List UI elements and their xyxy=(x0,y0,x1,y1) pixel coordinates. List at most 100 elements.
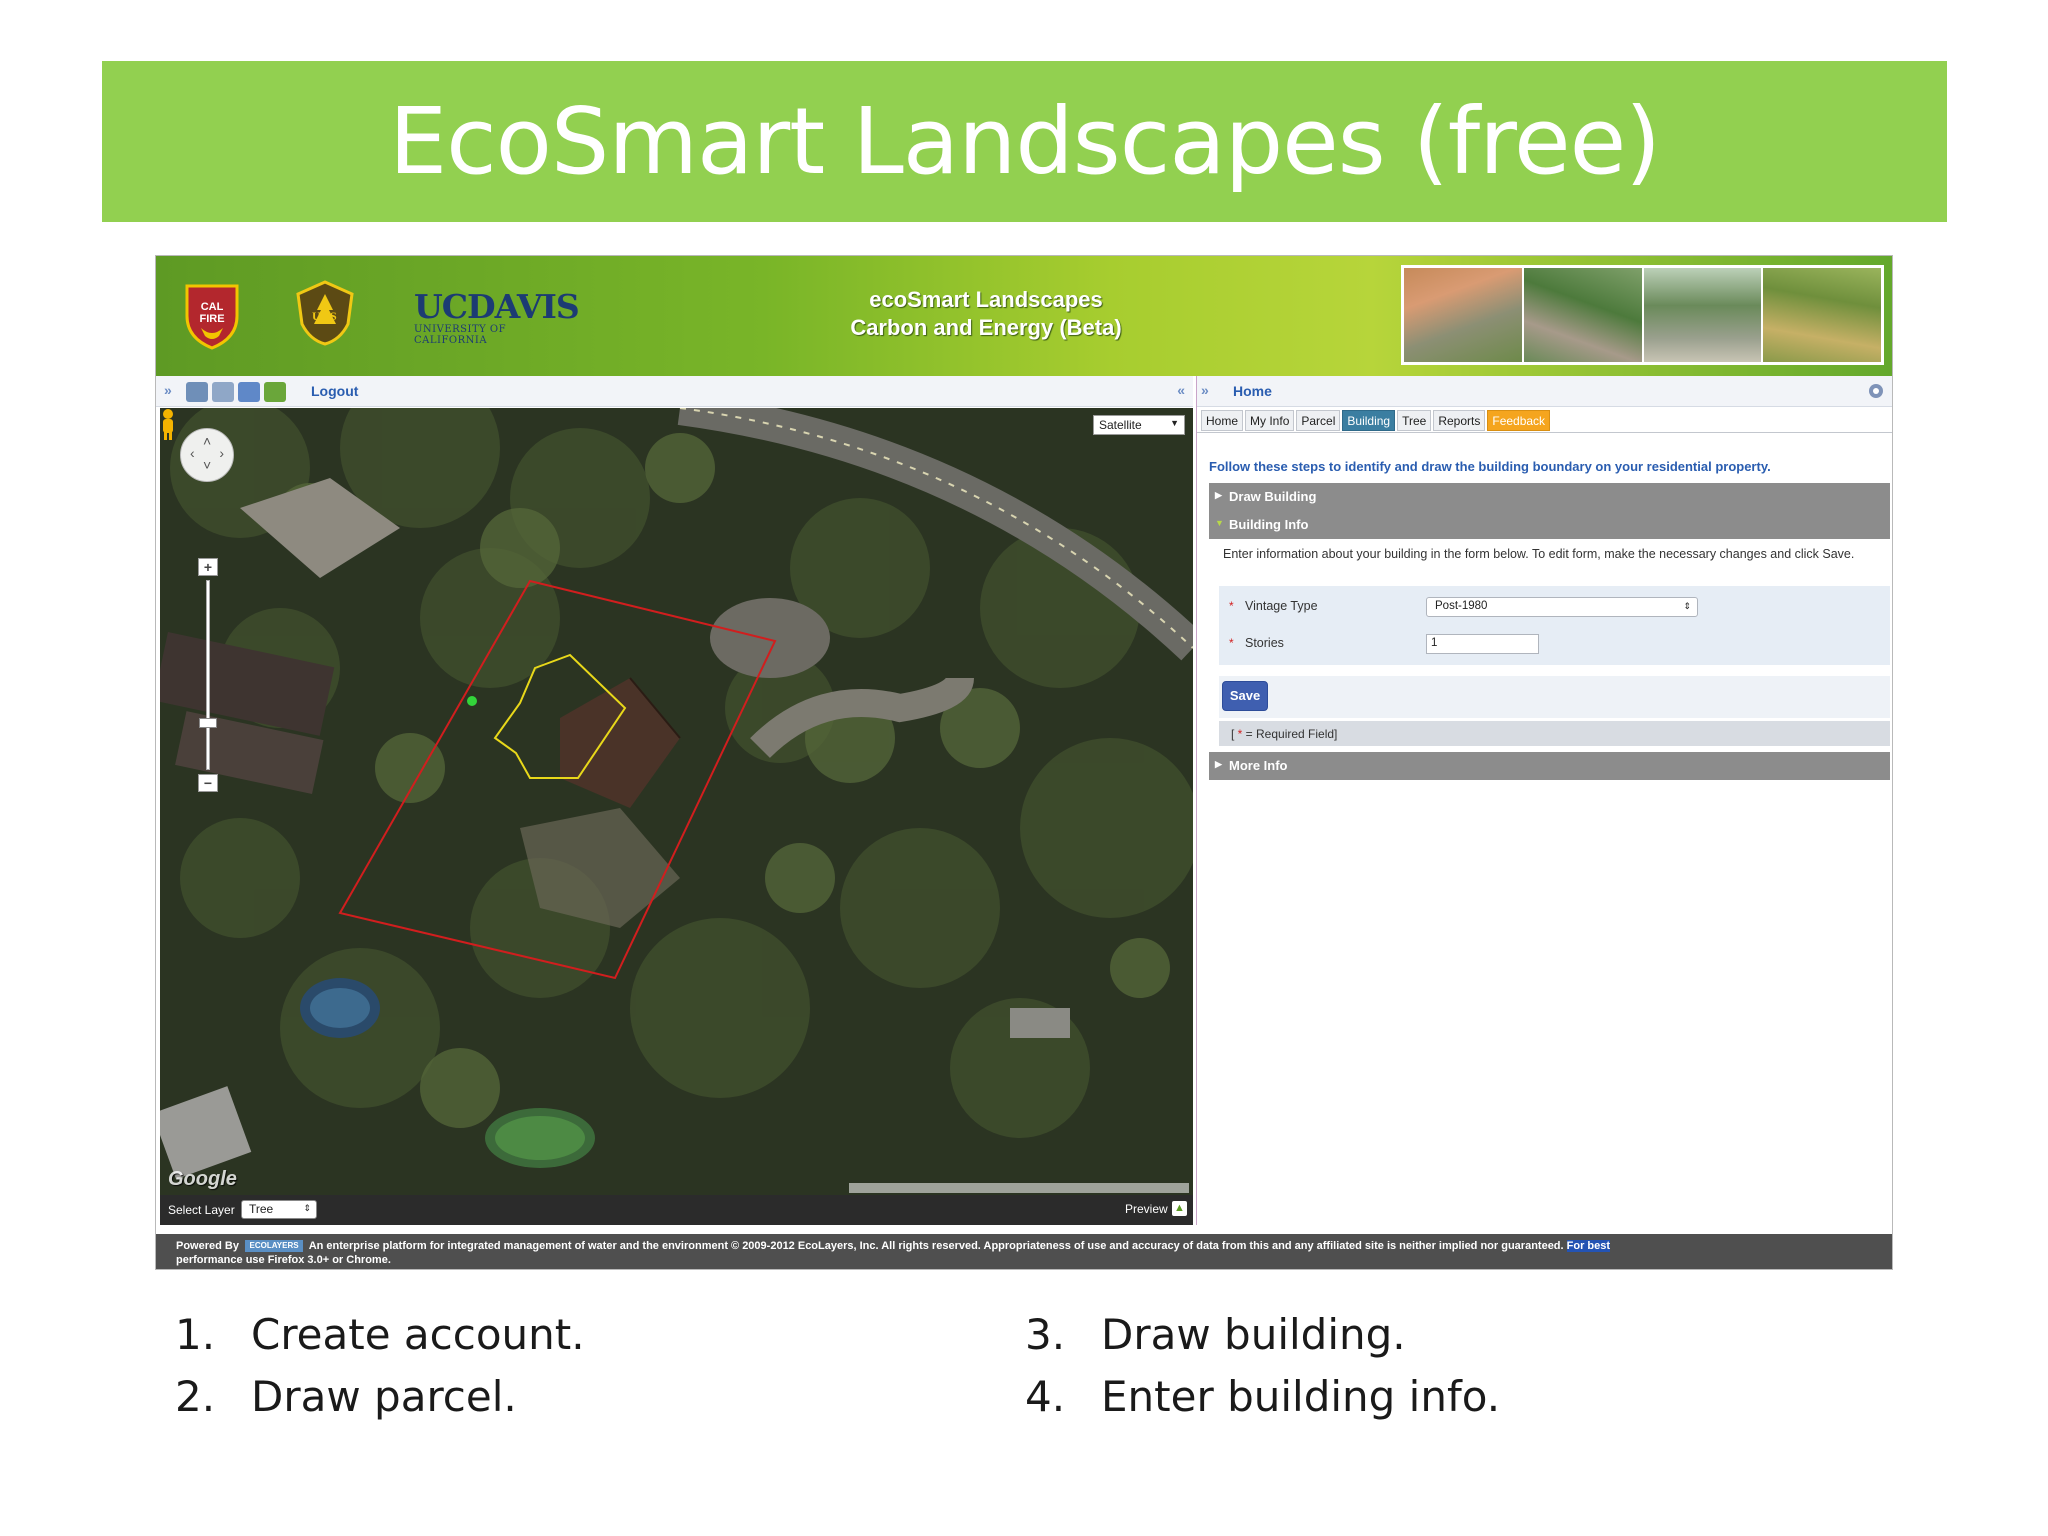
header-photo-street-canopy xyxy=(1763,268,1881,362)
tabs-divider xyxy=(1197,432,1892,433)
ucdavis-name: UCDAVIS xyxy=(414,287,580,326)
logout-link[interactable]: Logout xyxy=(311,383,358,399)
expand-left-icon[interactable]: » xyxy=(164,382,172,398)
building-info-description: Enter information about your building in… xyxy=(1223,547,1855,561)
pan-control[interactable]: ‹ › ˄ ˅ xyxy=(180,428,234,482)
pan-right-icon[interactable]: › xyxy=(219,445,224,461)
pan-down-icon[interactable]: ˅ xyxy=(203,457,211,473)
tab-bar: Home My Info Parcel Building Tree Report… xyxy=(1201,410,1551,432)
form-row-stories: * Stories 1 xyxy=(1219,627,1890,660)
step-text: Enter building info. xyxy=(1101,1372,1501,1421)
zoom-control: + − xyxy=(198,558,218,794)
header-photo-tree-planting xyxy=(1523,268,1642,362)
print-icon[interactable] xyxy=(186,382,208,402)
step-number: 3. xyxy=(1025,1310,1066,1359)
stories-input[interactable]: 1 xyxy=(1426,634,1539,654)
home-icon[interactable] xyxy=(238,382,260,402)
required-marker: * xyxy=(1229,636,1234,650)
chevron-updown-icon: ⇕ xyxy=(1683,601,1691,611)
tab-tree[interactable]: Tree xyxy=(1397,410,1432,431)
pan-up-icon[interactable]: ˄ xyxy=(203,433,211,449)
svg-text:U: U xyxy=(312,309,321,323)
pegman-icon[interactable] xyxy=(160,408,176,440)
select-layer-label: Select Layer xyxy=(168,1203,235,1217)
app-title-line2: Carbon and Energy (Beta) xyxy=(850,315,1122,340)
vintage-type-select[interactable]: Post-1980 ⇕ xyxy=(1426,597,1698,617)
vintage-type-value: Post-1980 xyxy=(1435,600,1488,612)
footer-best-text-1: For best xyxy=(1566,1240,1611,1252)
triangle-down-icon: ▼ xyxy=(1215,518,1224,528)
tab-home[interactable]: Home xyxy=(1201,410,1244,431)
satellite-map[interactable]: Satellite ▼ ‹ › ˄ ˅ + − Google xyxy=(160,408,1193,1195)
uc-davis-logo: UCDAVIS UNIVERSITY OF CALIFORNIA xyxy=(414,287,580,347)
map-type-value: Satellite xyxy=(1099,418,1142,432)
triangle-right-icon: ▶ xyxy=(1215,490,1222,500)
required-marker: * xyxy=(1229,599,1234,613)
chevron-updown-icon: ⇕ xyxy=(303,1203,311,1213)
powered-by-label: Powered By xyxy=(176,1240,239,1252)
ecolayers-logo[interactable]: ECOLAYERS xyxy=(245,1240,304,1253)
app-title: ecoSmart Landscapes Carbon and Energy (B… xyxy=(826,286,1146,342)
step-number: 2. xyxy=(175,1372,216,1421)
panel-home-title: Home xyxy=(1233,383,1272,399)
clipboard-icon[interactable] xyxy=(212,382,234,402)
building-form: * Vintage Type Post-1980 ⇕ * Stories 1 xyxy=(1219,586,1890,665)
chevron-down-icon: ▼ xyxy=(1170,418,1179,428)
steps-instruction: Follow these steps to identify and draw … xyxy=(1209,459,1771,474)
tab-feedback[interactable]: Feedback xyxy=(1487,410,1551,431)
step-number: 1. xyxy=(175,1310,216,1359)
preview-label[interactable]: Preview xyxy=(1125,1202,1168,1216)
svg-text:CAL: CAL xyxy=(201,301,224,313)
footer-best-text-2: performance use Firefox 3.0+ or Chrome. xyxy=(176,1254,391,1266)
required-field-note: [ * = Required Field] xyxy=(1219,721,1890,746)
layer-select-value: Tree xyxy=(249,1202,274,1216)
map-type-select[interactable]: Satellite ▼ xyxy=(1093,415,1185,435)
app-header: CAL FIRE U S UCDAVIS UNIVERSITY OF CALIF… xyxy=(156,256,1892,376)
accordion-building-info-label: Building Info xyxy=(1229,517,1309,532)
tab-my-info[interactable]: My Info xyxy=(1245,410,1295,431)
zoom-in-button[interactable]: + xyxy=(198,558,218,576)
layer-bar: Select Layer Tree ⇕ Preview ▲ xyxy=(160,1195,1193,1225)
accordion-draw-building-label: Draw Building xyxy=(1229,489,1317,504)
app-window: CAL FIRE U S UCDAVIS UNIVERSITY OF CALIF… xyxy=(155,255,1893,1270)
expand-right-icon[interactable]: » xyxy=(1201,382,1209,398)
step-text: Draw building. xyxy=(1101,1310,1406,1359)
vintage-type-label: Vintage Type xyxy=(1245,599,1318,613)
header-photo-street-trees xyxy=(1643,268,1762,362)
step-text: Create account. xyxy=(251,1310,585,1359)
accordion-more-info[interactable]: ▶ More Info xyxy=(1209,752,1890,780)
collapse-left-icon[interactable]: « xyxy=(1177,382,1185,398)
step-number: 4. xyxy=(1025,1372,1066,1421)
settings-icon[interactable] xyxy=(1867,382,1885,400)
tab-parcel[interactable]: Parcel xyxy=(1296,410,1341,431)
accordion-draw-building[interactable]: ▶ Draw Building xyxy=(1209,483,1890,511)
accordion-building-info[interactable]: ▼ Building Info xyxy=(1209,511,1890,539)
accordion-more-info-label: More Info xyxy=(1229,758,1288,773)
save-area: Save xyxy=(1219,676,1890,718)
required-note-prefix: [ xyxy=(1231,727,1238,741)
footer-text: An enterprise platform for integrated ma… xyxy=(308,1240,1564,1252)
zoom-thumb[interactable] xyxy=(199,718,217,728)
cal-fire-logo: CAL FIRE xyxy=(185,284,239,350)
save-button[interactable]: Save xyxy=(1222,681,1268,711)
zoom-track[interactable] xyxy=(206,580,210,770)
required-note-suffix: = Required Field] xyxy=(1242,727,1338,741)
form-row-vintage: * Vintage Type Post-1980 ⇕ xyxy=(1219,590,1890,623)
preview-icon[interactable]: ▲ xyxy=(1172,1201,1187,1216)
pan-left-icon[interactable]: ‹ xyxy=(190,445,195,461)
tab-building[interactable]: Building xyxy=(1342,410,1396,431)
us-forest-service-logo: U S xyxy=(296,280,354,346)
layer-select[interactable]: Tree ⇕ xyxy=(241,1200,317,1219)
google-watermark: Google xyxy=(168,1168,237,1190)
tab-reports[interactable]: Reports xyxy=(1433,410,1486,431)
step-text: Draw parcel. xyxy=(251,1372,517,1421)
app-footer: Powered By ECOLAYERS An enterprise platf… xyxy=(156,1234,1892,1269)
header-photo-autumn-trees xyxy=(1404,268,1522,362)
zoom-out-button[interactable]: − xyxy=(198,774,218,792)
slide-title: EcoSmart Landscapes (free) xyxy=(388,88,1661,195)
stories-label: Stories xyxy=(1245,636,1284,650)
tree-icon[interactable] xyxy=(264,382,286,402)
header-photo-strip xyxy=(1401,265,1884,365)
map-imagery xyxy=(160,408,1193,1195)
triangle-right-icon: ▶ xyxy=(1215,759,1222,769)
